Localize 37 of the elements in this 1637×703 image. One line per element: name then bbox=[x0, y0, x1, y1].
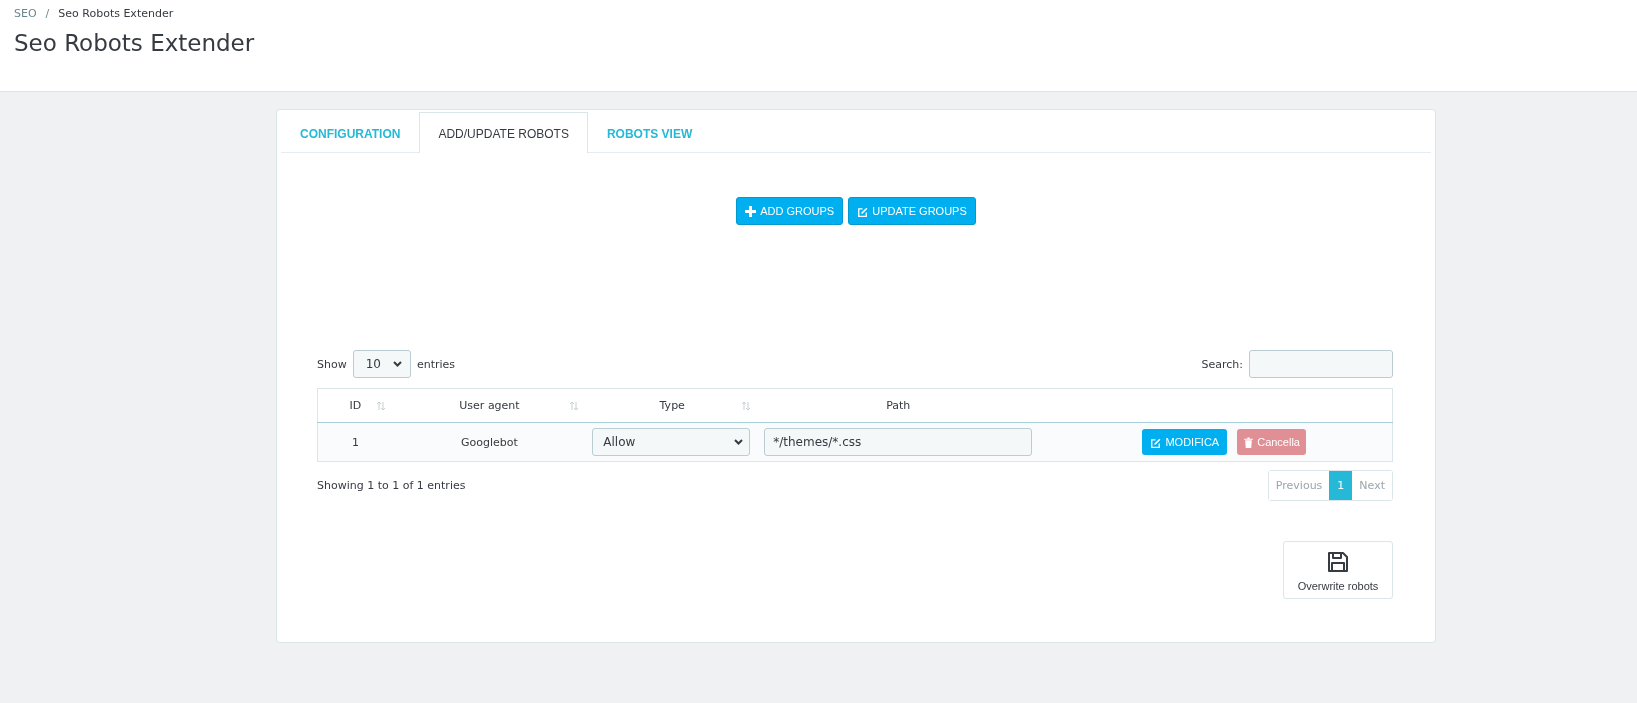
pagination-item[interactable]: 1 bbox=[1329, 471, 1353, 500]
caret-icon bbox=[734, 439, 744, 445]
column-header[interactable]: Type bbox=[586, 388, 759, 423]
update-groups-button[interactable]: UPDATE GROUPS bbox=[848, 197, 976, 225]
caret-icon bbox=[392, 361, 402, 367]
add-groups-button[interactable]: ADD GROUPS bbox=[736, 197, 844, 225]
type-select[interactable]: Allow bbox=[592, 428, 751, 456]
entries-info: Showing 1 to 1 of 1 entries bbox=[317, 479, 466, 492]
tab[interactable]: ADD/UPDATE ROBOTS bbox=[419, 112, 588, 153]
show-label: Show bbox=[317, 357, 347, 371]
breadcrumb-separator: / bbox=[45, 7, 50, 20]
save-icon bbox=[1326, 550, 1350, 574]
sort-icon bbox=[569, 400, 580, 411]
search-field[interactable] bbox=[1249, 350, 1393, 378]
edit-icon bbox=[857, 205, 869, 217]
plus-icon bbox=[745, 205, 757, 217]
breadcrumb-item[interactable]: SEO bbox=[14, 7, 37, 20]
edit-icon bbox=[1150, 436, 1162, 448]
entries-label: entries bbox=[416, 357, 456, 371]
sort-icon bbox=[375, 400, 386, 411]
page-title: Seo Robots Extender bbox=[14, 30, 256, 56]
table-cell: Googlebot bbox=[392, 422, 587, 462]
search-label: Search: bbox=[1201, 357, 1243, 371]
tab[interactable]: CONFIGURATION bbox=[281, 112, 420, 153]
column-header[interactable]: ID bbox=[317, 388, 393, 423]
column-header[interactable]: User agent bbox=[392, 388, 587, 423]
trash-icon bbox=[1243, 436, 1255, 448]
column-header: Path bbox=[758, 388, 1039, 423]
overwrite-robots-button[interactable]: Overwrite robots bbox=[1283, 541, 1393, 599]
sort-icon bbox=[741, 400, 752, 411]
path-field[interactable]: */themes/*.css bbox=[764, 428, 1033, 456]
breadcrumb-item: Seo Robots Extender bbox=[58, 7, 174, 20]
entries-select[interactable]: 10 bbox=[352, 350, 411, 378]
modifica-button[interactable]: MODIFICA bbox=[1142, 429, 1228, 455]
cancella-button[interactable]: Cancella bbox=[1237, 429, 1306, 455]
table-cell: 1 bbox=[317, 422, 393, 462]
tab[interactable]: ROBOTS VIEW bbox=[587, 112, 712, 153]
